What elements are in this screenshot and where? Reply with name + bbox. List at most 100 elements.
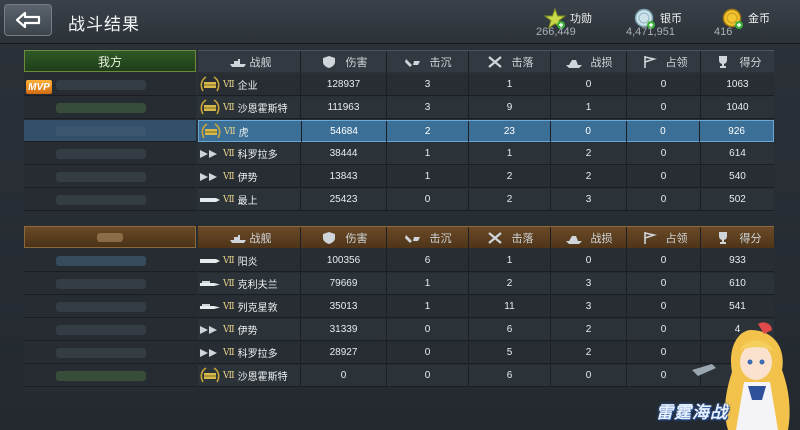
sink-cell: 0 <box>387 319 469 340</box>
sink-cell: 1 <box>387 166 469 187</box>
col-label: 得分 <box>739 57 762 69</box>
col-header-sink: 击沉 <box>387 51 469 73</box>
col-header-occupy: 占领 <box>627 227 701 249</box>
damaged-cell: 0 <box>551 121 627 142</box>
player-name-blurred <box>56 195 146 205</box>
ally-player-row[interactable] <box>24 166 196 188</box>
ally-player-row[interactable] <box>24 143 196 165</box>
damaged-cell: 3 <box>551 189 627 210</box>
enemy-tab[interactable] <box>24 226 196 248</box>
ship-name: 伊势 <box>237 326 258 337</box>
crossed-planes-icon <box>487 232 502 244</box>
enemy-player-row[interactable] <box>24 296 196 318</box>
ship-rank: Ⅶ <box>223 301 235 312</box>
ship-cell: Ⅶ虎 <box>199 121 302 142</box>
table-row[interactable]: Ⅶ 科罗拉多 38444 1 1 2 0 614 <box>198 143 774 165</box>
damaged-cell: 2 <box>551 319 627 340</box>
player-name-blurred <box>56 371 146 381</box>
shootdown-cell: 6 <box>469 319 551 340</box>
carrier-laurel-icon <box>200 75 220 91</box>
page-title: 战斗结果 <box>68 15 140 34</box>
col-header-damage: 伤害 <box>301 227 387 249</box>
sink-cell: 3 <box>387 97 469 118</box>
shootdown-cell: 2 <box>469 189 551 210</box>
enemy-player-row[interactable] <box>24 273 196 295</box>
carrier-laurel-icon <box>200 366 220 382</box>
score-cell: 1063 <box>726 79 749 90</box>
damaged-cell: 0 <box>551 74 627 95</box>
ally-player-row[interactable] <box>24 189 196 211</box>
table-row[interactable]: Ⅶ 克利夫兰 79669 1 2 3 0 610 <box>198 273 774 295</box>
damage-cell: 38444 <box>301 143 387 164</box>
player-name-blurred <box>56 126 146 136</box>
ship-name: 列克星敦 <box>237 303 278 314</box>
shield-icon <box>322 56 335 68</box>
enemy-player-row[interactable] <box>24 319 196 341</box>
ship-rank: Ⅶ <box>223 102 235 113</box>
flag-icon <box>643 56 657 68</box>
ship-name: 阳炎 <box>237 257 258 268</box>
col-label: 伤害 <box>345 57 368 69</box>
col-label: 战损 <box>590 57 613 69</box>
ally-player-panel: 我方 <box>24 50 196 213</box>
back-arrow-icon <box>15 11 41 29</box>
ship-class-cruiser-icon <box>200 172 217 181</box>
score-cell: 610 <box>729 278 746 289</box>
damaged-cell: 0 <box>551 365 627 386</box>
table-row[interactable]: Ⅶ 沙恩霍斯特 111963 3 9 1 0 1040 <box>198 97 774 119</box>
enemy-player-row[interactable] <box>24 250 196 272</box>
damage-cell: 31339 <box>301 319 387 340</box>
ship-cell: Ⅶ 伊势 <box>198 166 301 187</box>
col-header-ship: 战舰 <box>198 51 301 73</box>
table-row[interactable]: Ⅶ 列克星敦 35013 1 11 3 0 541 <box>198 296 774 318</box>
table-row-self[interactable]: Ⅶ 虎 54684 2 23 0 0 926 <box>198 120 774 142</box>
ship-rank: Ⅶ <box>223 148 235 159</box>
sink-cell: 6 <box>387 250 469 271</box>
sink-cell: 1 <box>387 296 469 317</box>
shootdown-cell: 2 <box>469 166 551 187</box>
ship-cell: Ⅶ 科罗拉多 <box>198 342 301 363</box>
back-button[interactable] <box>4 4 52 36</box>
gold-value: 416 <box>714 26 733 38</box>
sinking-ship-icon <box>404 59 420 67</box>
damage-cell: 54684 <box>302 121 388 142</box>
ship-cell: Ⅶ 企业 <box>198 74 301 95</box>
player-name-blurred <box>56 80 146 90</box>
damage-cell: 28927 <box>301 342 387 363</box>
enemy-player-row[interactable] <box>24 342 196 364</box>
col-header-damaged: 战损 <box>551 227 627 249</box>
carrier-laurel-icon <box>200 98 220 114</box>
sink-cell: 0 <box>387 365 469 386</box>
warship-icon <box>229 59 246 67</box>
damage-cell: 100356 <box>301 250 387 271</box>
score-cell: 541 <box>729 301 746 312</box>
col-label: 击落 <box>511 57 534 69</box>
ally-player-row-self[interactable] <box>24 120 196 142</box>
damage-cell: 13843 <box>301 166 387 187</box>
col-label: 战损 <box>590 233 613 245</box>
crossed-planes-icon <box>487 56 502 68</box>
ally-tab[interactable]: 我方 <box>24 50 196 72</box>
ship-cell: Ⅶ 阳炎 <box>198 250 301 271</box>
table-row[interactable]: Ⅶ 最上 25423 0 2 3 0 502 <box>198 189 774 211</box>
table-row[interactable]: Ⅶ 伊势 13843 1 2 2 0 540 <box>198 166 774 188</box>
ally-player-row[interactable] <box>24 97 196 119</box>
ship-class-cruiser-icon <box>200 348 217 357</box>
col-header-shootdown: 击落 <box>469 51 551 73</box>
col-label: 战舰 <box>249 57 272 69</box>
ship-cell: Ⅶ 最上 <box>198 189 301 210</box>
ship-class-destroyer-icon <box>200 197 220 202</box>
ship-cell: Ⅶ 科罗拉多 <box>198 143 301 164</box>
ship-rank: Ⅶ <box>223 347 235 358</box>
col-label: 得分 <box>739 233 762 245</box>
player-name-blurred <box>56 103 146 113</box>
player-name-blurred <box>56 348 146 358</box>
occupy-cell: 0 <box>627 273 701 294</box>
col-label: 击落 <box>511 233 534 245</box>
damaged-ship-icon <box>565 60 582 68</box>
table-row[interactable]: Ⅶ 阳炎 100356 6 1 0 0 933 <box>198 250 774 272</box>
table-row[interactable]: Ⅶ 企业 128937 3 1 0 0 1063 <box>198 74 774 96</box>
shootdown-cell: 1 <box>469 250 551 271</box>
enemy-player-row[interactable] <box>24 365 196 387</box>
col-header-shootdown: 击落 <box>469 227 551 249</box>
